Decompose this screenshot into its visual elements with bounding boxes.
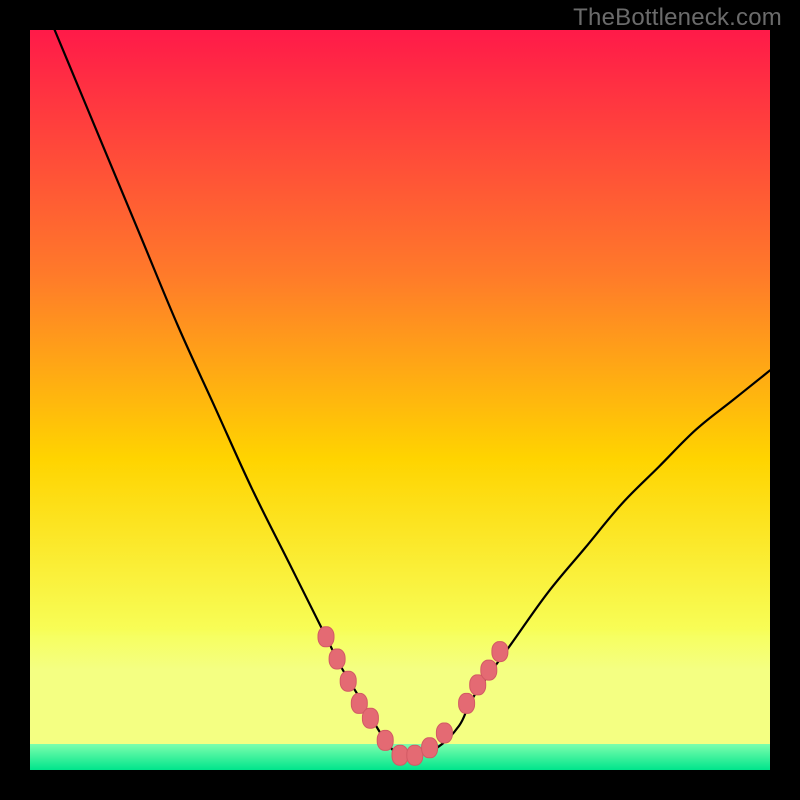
highlight-marker	[436, 723, 452, 743]
plot-area	[30, 30, 770, 770]
highlight-marker	[492, 642, 508, 662]
highlight-markers	[318, 627, 508, 765]
highlight-marker	[318, 627, 334, 647]
highlight-marker	[340, 671, 356, 691]
chart-frame: TheBottleneck.com	[0, 0, 800, 800]
highlight-marker	[362, 708, 378, 728]
highlight-marker	[407, 745, 423, 765]
highlight-marker	[459, 693, 475, 713]
attribution-label: TheBottleneck.com	[573, 4, 782, 32]
highlight-marker	[392, 745, 408, 765]
highlight-marker	[329, 649, 345, 669]
curve-layer	[30, 30, 770, 770]
bottleneck-curve	[30, 30, 770, 757]
highlight-marker	[481, 660, 497, 680]
highlight-marker	[377, 730, 393, 750]
highlight-marker	[422, 738, 438, 758]
